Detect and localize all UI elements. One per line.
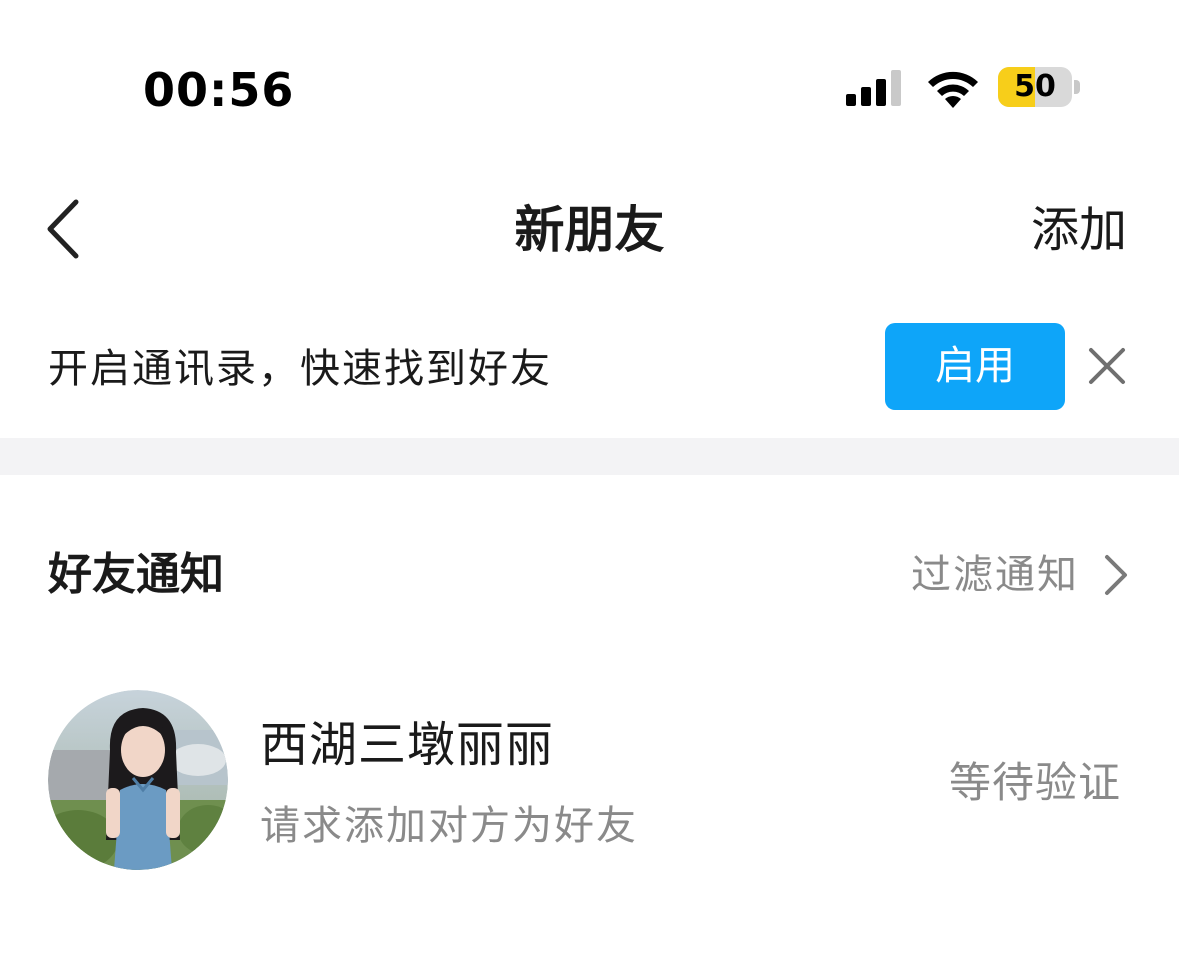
section-title: 好友通知 <box>48 549 224 600</box>
close-icon[interactable] <box>1087 346 1127 386</box>
wifi-icon <box>928 71 978 108</box>
status-time: 00:56 <box>143 63 295 117</box>
avatar <box>48 690 228 870</box>
filter-notifications-link[interactable]: 过滤通知 <box>911 545 1129 605</box>
enable-contacts-button[interactable]: 启用 <box>885 323 1065 410</box>
add-friend-button[interactable]: 添加 <box>1031 198 1127 262</box>
filter-label: 过滤通知 <box>911 552 1079 598</box>
chevron-right-icon <box>1105 555 1127 595</box>
status-bar: 00:56 50 <box>0 0 1179 150</box>
page-title: 新朋友 <box>514 201 665 259</box>
friend-notifications-header: 好友通知 过滤通知 <box>0 535 1179 615</box>
nav-bar: 新朋友 添加 <box>0 180 1179 280</box>
friend-request-item[interactable]: 西湖三墩丽丽 请求添加对方为好友 等待验证 <box>0 680 1179 880</box>
new-friends-screen: 00:56 50 新朋友 添加 开启通讯录，快速找到好友 启用 好友通知 过滤通… <box>0 0 1179 958</box>
contacts-permission-banner: 开启通讯录，快速找到好友 启用 <box>0 310 1179 438</box>
banner-text: 开启通讯录，快速找到好友 <box>48 346 552 392</box>
section-divider <box>0 438 1179 475</box>
request-status: 等待验证 <box>948 758 1121 807</box>
battery-indicator: 50 <box>998 67 1082 107</box>
cellular-signal-icon <box>846 70 901 106</box>
requester-name: 西湖三墩丽丽 <box>260 717 555 773</box>
request-message: 请求添加对方为好友 <box>260 803 638 849</box>
battery-level: 50 <box>1014 69 1056 104</box>
